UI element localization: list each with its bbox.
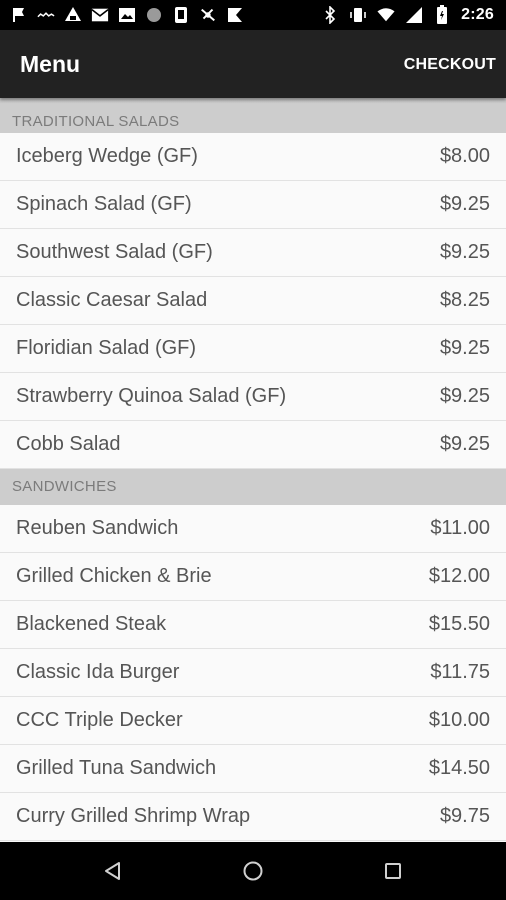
section-header-traditional-salads: TRADITIONAL SALADS — [0, 98, 506, 133]
list-item[interactable]: Curry Grilled Shrimp Wrap $9.75 — [0, 793, 506, 841]
item-name: Cobb Salad — [16, 433, 121, 455]
menu-list[interactable]: TRADITIONAL SALADS Iceberg Wedge (GF) $8… — [0, 98, 506, 842]
circle-icon — [145, 6, 163, 24]
item-name: Grilled Tuna Sandwich — [16, 757, 217, 779]
page-title: Menu — [20, 51, 81, 77]
bluetooth-icon — [321, 6, 339, 24]
item-price: $8.25 — [439, 289, 490, 311]
network-icon — [64, 6, 82, 24]
item-price: $12.00 — [428, 565, 490, 587]
item-name: Grilled Chicken & Brie — [16, 565, 212, 587]
signal-icon — [405, 6, 423, 24]
item-price: $10.00 — [428, 709, 490, 731]
item-name: Curry Grilled Shrimp Wrap — [16, 805, 251, 827]
status-time: 2:26 — [461, 6, 494, 23]
item-price: $9.25 — [439, 193, 490, 215]
list-item[interactable]: Iceberg Wedge (GF) $8.00 — [0, 133, 506, 181]
item-name: Blackened Steak — [16, 613, 167, 635]
list-item[interactable]: Classic Caesar Salad $8.25 — [0, 277, 506, 325]
list-item[interactable]: Southwest Salad (GF) $9.25 — [0, 229, 506, 277]
item-name: Classic Ida Burger — [16, 661, 180, 683]
home-icon[interactable] — [240, 858, 266, 884]
wifi-icon — [377, 6, 395, 24]
app-bar: Menu CHECKOUT — [0, 30, 506, 98]
item-name: Southwest Salad (GF) — [16, 241, 213, 263]
image-icon — [118, 6, 136, 24]
checkout-button[interactable]: CHECKOUT — [404, 56, 496, 74]
back-icon[interactable] — [100, 858, 126, 884]
recents-icon[interactable] — [380, 858, 406, 884]
item-price: $9.75 — [439, 805, 490, 827]
item-name: Floridian Salad (GF) — [16, 337, 197, 359]
vibrate-icon — [349, 6, 367, 24]
item-name: Strawberry Quinoa Salad (GF) — [16, 385, 287, 407]
item-price: $9.25 — [439, 385, 490, 407]
battery-icon — [433, 5, 451, 24]
item-name: Spinach Salad (GF) — [16, 193, 192, 215]
navigation-bar — [0, 842, 506, 900]
list-item[interactable]: Cobb Salad $9.25 — [0, 421, 506, 469]
item-name: CCC Triple Decker — [16, 709, 183, 731]
list-item[interactable]: Spinach Salad (GF) $9.25 — [0, 181, 506, 229]
list-item[interactable]: Floridian Salad (GF) $9.25 — [0, 325, 506, 373]
status-bar: 2:26 — [0, 0, 506, 30]
item-price: $15.50 — [428, 613, 490, 635]
voicemail-icon — [37, 6, 55, 24]
list-item[interactable]: Blackened Steak $15.50 — [0, 601, 506, 649]
list-item[interactable]: Grilled Chicken & Brie $12.00 — [0, 553, 506, 601]
item-price: $8.00 — [439, 145, 490, 167]
section-header-sandwiches: SANDWICHES — [0, 469, 506, 505]
list-item[interactable]: Reuben Sandwich $11.00 — [0, 505, 506, 553]
item-price: $9.25 — [439, 337, 490, 359]
item-name: Reuben Sandwich — [16, 517, 179, 539]
item-name: Classic Caesar Salad — [16, 289, 208, 311]
item-price: $14.50 — [428, 757, 490, 779]
device-icon — [172, 6, 190, 24]
list-item[interactable]: Strawberry Quinoa Salad (GF) $9.25 — [0, 373, 506, 421]
flag-icon — [10, 6, 28, 24]
list-item[interactable]: CCC Triple Decker $10.00 — [0, 697, 506, 745]
list-item[interactable]: Classic Ida Burger $11.75 — [0, 649, 506, 697]
satellite-icon — [199, 6, 217, 24]
item-price: $9.25 — [439, 433, 490, 455]
item-price: $11.75 — [430, 661, 490, 683]
item-name: Iceberg Wedge (GF) — [16, 145, 198, 167]
shield-icon — [226, 6, 244, 24]
list-item[interactable]: Grilled Tuna Sandwich $14.50 — [0, 745, 506, 793]
item-price: $9.25 — [439, 241, 490, 263]
item-price: $11.00 — [430, 517, 490, 539]
mail-icon — [91, 6, 109, 24]
